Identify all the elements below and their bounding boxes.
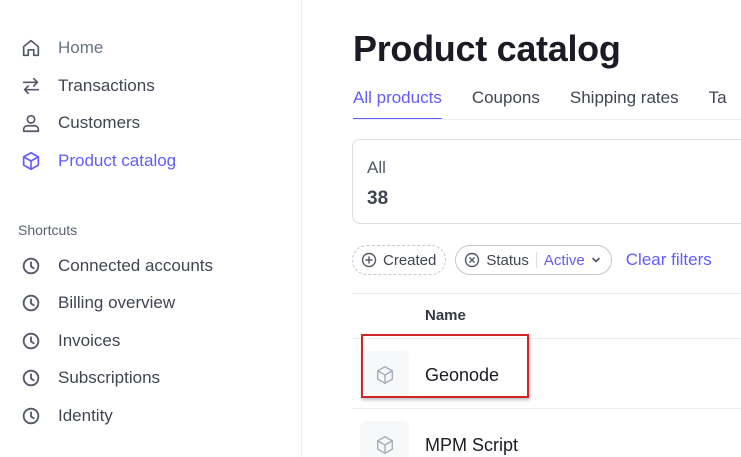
count-card-all[interactable]: All 38 bbox=[352, 139, 741, 224]
tab-bar: All products Coupons Shipping rates Ta bbox=[353, 86, 741, 120]
clock-icon bbox=[20, 330, 46, 352]
table-row[interactable]: MPM Script bbox=[352, 409, 741, 457]
sidebar-item-transactions[interactable]: Transactions bbox=[20, 71, 155, 101]
clock-icon bbox=[20, 405, 46, 427]
sidebar-item-customers[interactable]: Customers bbox=[20, 108, 140, 138]
filter-separator bbox=[535, 252, 537, 268]
count-card-value: 38 bbox=[367, 188, 389, 209]
sidebar-item-label: Customers bbox=[58, 113, 141, 132]
column-header-name[interactable]: Name bbox=[425, 307, 466, 324]
created-filter-button[interactable]: Created bbox=[352, 245, 447, 275]
shortcut-subscriptions[interactable]: Subscriptions bbox=[20, 363, 160, 393]
sidebar-item-label: Product catalog bbox=[58, 151, 177, 170]
person-icon bbox=[20, 112, 46, 134]
shortcuts-heading: Shortcuts bbox=[18, 222, 78, 238]
box-icon bbox=[360, 421, 409, 457]
shortcut-label: Subscriptions bbox=[58, 368, 161, 387]
arrows-swap-icon bbox=[20, 75, 46, 97]
plus-circle-icon bbox=[361, 252, 377, 268]
shortcut-label: Connected accounts bbox=[58, 256, 213, 275]
tab-all-products[interactable]: All products bbox=[353, 86, 442, 120]
page-title: Product catalog bbox=[353, 28, 621, 69]
shortcut-invoices[interactable]: Invoices bbox=[20, 326, 120, 356]
table-top-border bbox=[352, 293, 741, 294]
count-card-label: All bbox=[367, 158, 386, 177]
product-name[interactable]: MPM Script bbox=[425, 435, 518, 456]
status-filter-value: Active bbox=[543, 251, 585, 269]
sidebar-item-home[interactable]: Home bbox=[20, 33, 103, 63]
created-filter-label: Created bbox=[383, 251, 437, 269]
x-circle-icon[interactable] bbox=[464, 252, 480, 268]
clock-icon bbox=[20, 292, 46, 314]
home-icon bbox=[20, 37, 46, 59]
sidebar: Home Transactions Customers Product cata… bbox=[0, 0, 302, 457]
tab-tax-rates[interactable]: Ta bbox=[709, 86, 727, 120]
box-icon bbox=[20, 150, 46, 172]
clock-icon bbox=[20, 255, 46, 277]
product-name[interactable]: Geonode bbox=[425, 365, 499, 386]
shortcut-billing-overview[interactable]: Billing overview bbox=[20, 288, 175, 318]
main-content: Product catalog All products Coupons Shi… bbox=[303, 0, 741, 457]
sidebar-item-label: Home bbox=[58, 38, 104, 57]
shortcut-label: Invoices bbox=[58, 331, 121, 350]
tabs-divider bbox=[353, 119, 741, 120]
filter-bar: Created Status Active Clear filters bbox=[352, 245, 712, 275]
tab-coupons[interactable]: Coupons bbox=[472, 86, 540, 120]
chevron-down-icon bbox=[590, 254, 602, 266]
sidebar-item-product-catalog[interactable]: Product catalog bbox=[20, 146, 176, 176]
shortcut-label: Identity bbox=[58, 406, 113, 425]
sidebar-item-label: Transactions bbox=[58, 76, 155, 95]
table-row[interactable]: Geonode bbox=[352, 339, 741, 407]
clock-icon bbox=[20, 367, 46, 389]
status-filter-label: Status bbox=[486, 251, 529, 269]
clear-filters-button[interactable]: Clear filters bbox=[626, 250, 712, 270]
tab-shipping-rates[interactable]: Shipping rates bbox=[570, 86, 679, 120]
shortcut-label: Billing overview bbox=[58, 293, 176, 312]
box-icon bbox=[360, 351, 409, 398]
status-filter-button[interactable]: Status Active bbox=[455, 245, 612, 275]
shortcut-identity[interactable]: Identity bbox=[20, 401, 113, 431]
shortcut-connected-accounts[interactable]: Connected accounts bbox=[20, 251, 213, 281]
